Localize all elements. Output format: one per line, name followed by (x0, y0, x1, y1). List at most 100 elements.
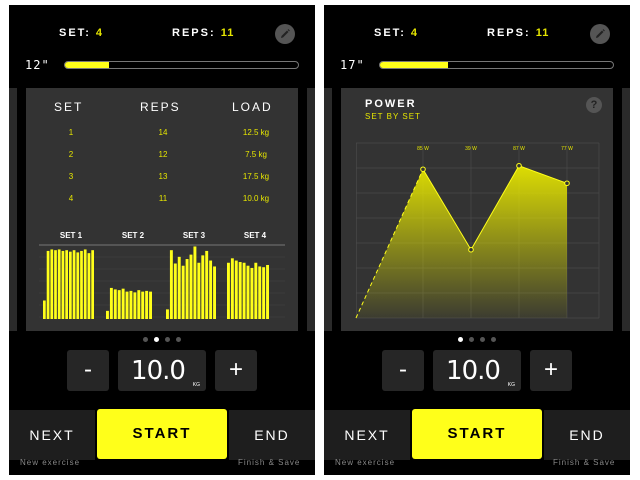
start-button[interactable]: START (412, 409, 542, 459)
rep-bar (145, 290, 149, 319)
rep-bar (181, 265, 185, 319)
edit-button[interactable] (275, 24, 295, 44)
page-dot[interactable] (176, 337, 181, 342)
power-data-label: 77 W (561, 146, 573, 152)
rep-bar (209, 260, 213, 319)
power-card[interactable]: POWER SET BY SET ? 85 W 39 W 87 W 77 W (341, 88, 613, 331)
page-dot[interactable] (154, 337, 159, 342)
pencil-icon (596, 29, 605, 38)
power-data-label: 39 W (465, 146, 477, 152)
load-display: 10.0 KG (433, 350, 521, 391)
set-value: 4 (95, 27, 104, 39)
rep-bar (125, 291, 129, 319)
page-dot[interactable] (469, 337, 474, 342)
rep-bar (117, 290, 121, 319)
decrease-load-button[interactable]: - (382, 350, 424, 391)
prev-card-peek[interactable] (324, 88, 332, 331)
rep-bar (141, 291, 145, 319)
rep-bar (80, 250, 83, 319)
rep-bar (43, 300, 46, 319)
rep-bar (238, 262, 242, 319)
pencil-icon (281, 29, 290, 38)
rep-bar (61, 250, 65, 319)
set-value: 4 (410, 27, 419, 39)
rep-bar (234, 260, 238, 319)
next-caption: New exercise (335, 458, 396, 467)
next-button[interactable]: NEXT (324, 410, 410, 460)
rep-bar (185, 259, 189, 319)
edit-button[interactable] (590, 24, 610, 44)
rep-bar (65, 250, 68, 319)
rep-bar (258, 266, 262, 319)
rep-bar (201, 255, 205, 319)
increase-load-button[interactable]: + (530, 350, 572, 391)
set-timer: 17" (340, 58, 365, 72)
decrease-load-button[interactable]: - (67, 350, 109, 391)
rep-bar (106, 310, 109, 319)
rep-bar (173, 263, 177, 319)
next-button[interactable]: NEXT (9, 410, 95, 460)
rep-bar (46, 250, 50, 319)
page-dot[interactable] (165, 337, 170, 342)
next-card-peek[interactable] (622, 88, 630, 331)
summary-card[interactable]: SET REPS LOAD 1 14 12.5 kg 2 12 7.5 kg 3… (26, 88, 298, 331)
power-point (468, 246, 474, 253)
page-dot[interactable] (491, 337, 496, 342)
rep-bar (166, 309, 169, 319)
rep-bar (254, 262, 258, 319)
page-dot[interactable] (480, 337, 485, 342)
header: SET: 4 REPS: 11 (9, 5, 315, 60)
power-area (356, 165, 567, 318)
progress-fill (380, 62, 448, 68)
rep-bar (250, 267, 254, 319)
end-button[interactable]: END (544, 410, 630, 460)
set-label: SET (374, 27, 401, 39)
start-button[interactable]: START (97, 409, 227, 459)
rep-bar (242, 262, 246, 319)
page-dot[interactable] (458, 337, 463, 342)
set-counter: SET: 4 (59, 27, 104, 39)
rep-bar (87, 253, 91, 319)
load-display: 10.0 KG (118, 350, 206, 391)
rep-bar (213, 266, 216, 319)
rep-bar (69, 251, 72, 319)
rep-bar (121, 288, 125, 319)
load-unit: KG (192, 382, 200, 388)
rep-bar (246, 265, 250, 319)
rep-bar (230, 258, 234, 319)
rep-bar (76, 252, 80, 319)
set-label: SET (59, 27, 86, 39)
load-unit: KG (507, 382, 515, 388)
rep-bar (133, 292, 137, 319)
power-point (516, 162, 522, 169)
rep-bar (109, 287, 113, 319)
set-timer: 12" (25, 58, 50, 72)
reps-counter: REPS: 11 (172, 27, 235, 39)
rest-progress-bar (379, 61, 614, 69)
end-button[interactable]: END (229, 410, 315, 460)
power-data-label: 85 W (417, 146, 429, 152)
rep-bar (169, 250, 173, 319)
rep-bar (57, 249, 61, 319)
load-value: 10.0 (131, 356, 186, 386)
reps-label: REPS (172, 27, 210, 39)
next-card-peek[interactable] (307, 88, 315, 331)
rep-bar (205, 250, 209, 319)
reps-value: 11 (220, 27, 235, 39)
prev-card-peek[interactable] (9, 88, 17, 331)
power-point (564, 180, 570, 187)
rep-bar (177, 256, 181, 319)
rep-bar (91, 250, 94, 319)
page-dot[interactable] (143, 337, 148, 342)
next-caption: New exercise (20, 458, 81, 467)
rep-bar (72, 250, 76, 319)
workout-screen-right: SET: 4 REPS: 11 17" POWER SET BY SET ? 8… (324, 5, 630, 475)
end-caption: Finish & Save (553, 458, 616, 467)
workout-screen-left: SET: 4 REPS: 11 12" SET REPS LOAD 1 14 1… (9, 5, 315, 475)
set-counter: SET: 4 (374, 27, 419, 39)
rep-bar (137, 290, 141, 319)
rep-bar (189, 254, 193, 319)
increase-load-button[interactable]: + (215, 350, 257, 391)
rep-bar (113, 289, 117, 319)
power-data-label: 87 W (513, 146, 525, 152)
